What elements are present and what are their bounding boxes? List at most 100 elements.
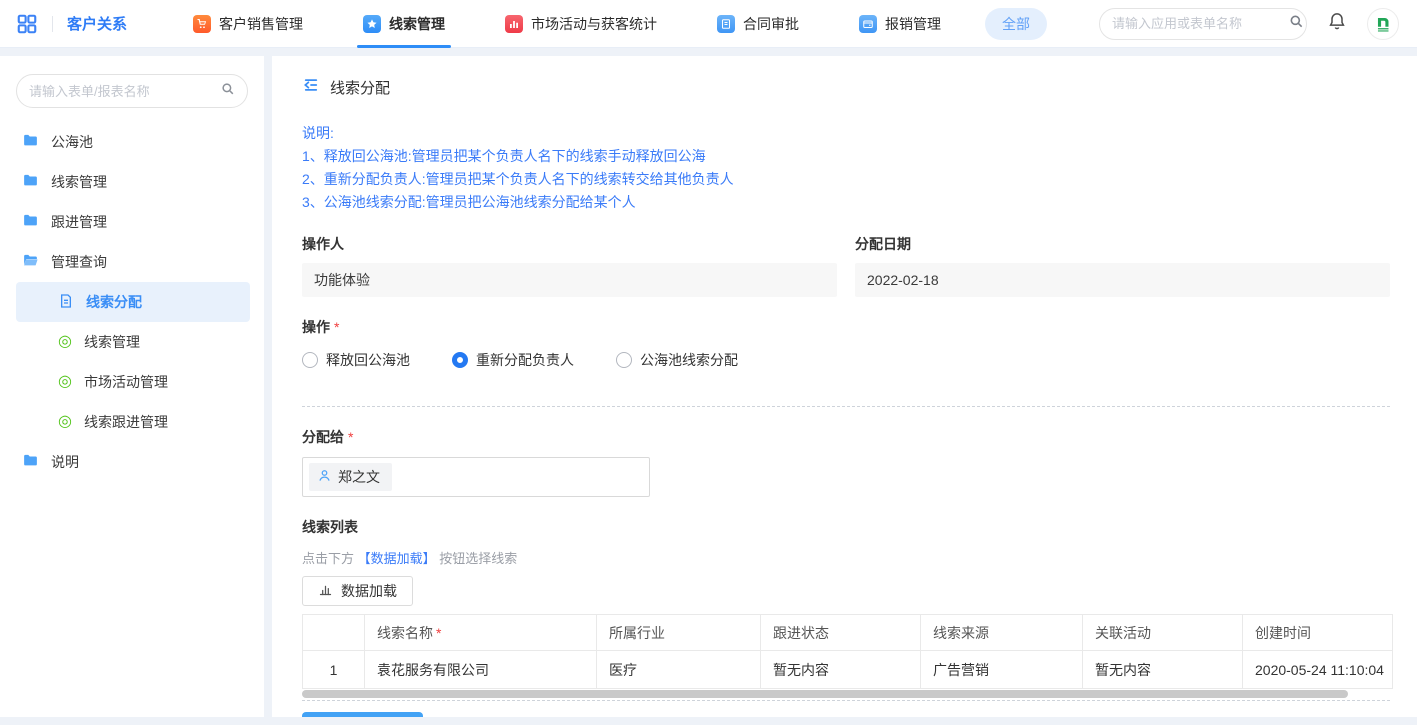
document-icon [58,293,74,312]
header-right-group [1099,8,1399,40]
header-divider [52,16,53,32]
cell-follow-status: 暂无内容 [761,651,921,689]
assignee-name: 郑之文 [338,467,380,487]
sidebar-folder-public-pool[interactable]: 公海池 [0,122,264,162]
search-icon[interactable] [220,81,235,101]
avatar[interactable] [1367,8,1399,40]
sidebar-item-label: 市场活动管理 [84,372,168,392]
tab-marketing-stats[interactable]: 市场活动与获客统计 [475,0,687,48]
main-panel: 线索分配 说明: 1、释放回公海池:管理员把某个负责人名下的线索手动释放回公海 … [272,56,1417,717]
folder-open-icon [22,252,39,272]
page-title: 线索分配 [330,77,390,98]
instruction-line: 3、公海池线索分配:管理员把公海池线索分配给某个人 [302,191,1390,214]
sidebar-item-marketing-management[interactable]: ◎ 市场活动管理 [0,362,264,402]
required-mark: * [334,319,339,335]
sidebar-folder-admin-query[interactable]: 管理查询 [0,242,264,282]
cell-row-number: 1 [303,651,365,689]
sidebar-item-lead-assignment[interactable]: 线索分配 [16,282,250,322]
sidebar-folder-label: 线索管理 [51,172,107,192]
search-icon[interactable] [1288,13,1304,34]
target-icon: ◎ [58,334,72,350]
cell-lead-name: 袁花服务有限公司 [365,651,597,689]
col-follow-status: 跟进状态 [761,615,921,651]
sidebar-folder-label: 跟进管理 [51,212,107,232]
operator-field[interactable]: 功能体验 [302,263,837,297]
table-row[interactable]: 1 袁花服务有限公司 医疗 暂无内容 广告营销 暂无内容 2020-05-24 … [303,651,1393,689]
table-header-row: 线索名称* 所属行业 跟进状态 线索来源 关联活动 创建时间 [303,615,1393,651]
col-related-activity: 关联活动 [1083,615,1243,651]
scrollbar-thumb[interactable] [302,690,1348,698]
sidebar: 公海池 线索管理 跟进管理 管理查询 [0,56,264,717]
sidebar-folder-follow-management[interactable]: 跟进管理 [0,202,264,242]
tab-label: 合同审批 [743,14,799,34]
sidebar-item-label: 线索管理 [84,332,140,352]
radio-circle-icon[interactable] [616,352,632,368]
instruction-line: 1、释放回公海池:管理员把某个负责人名下的线索手动释放回公海 [302,145,1390,168]
submit-button[interactable]: 提交 [302,712,423,717]
sidebar-search-box[interactable] [16,74,248,108]
tab-lead-management[interactable]: 线索管理 [333,0,475,48]
sidebar-folder-label: 说明 [51,452,79,472]
table-horizontal-scrollbar[interactable] [302,690,1392,698]
tab-customer-sales[interactable]: 客户销售管理 [163,0,333,48]
active-tab-underline [357,45,451,48]
radio-reassign-owner[interactable]: 重新分配负责人 [452,350,574,370]
filter-all-pill[interactable]: 全部 [985,8,1047,40]
assignee-tag[interactable]: 郑之文 [309,463,392,491]
sidebar-item-lead-follow-management[interactable]: ◎ 线索跟进管理 [0,402,264,442]
cart-icon [193,15,211,33]
lead-list-section: 线索列表 点击下方 【数据加载】 按钮选择线索 数据加载 [302,517,1390,698]
page-title-row: 线索分配 [302,68,1390,98]
folder-icon [22,172,39,192]
assign-to-label: 分配给* [302,427,1390,447]
collapse-back-icon[interactable] [302,76,320,98]
app-tabs: 客户销售管理 线索管理 市场活动与获客统计 [163,0,971,48]
content-area: 公海池 线索管理 跟进管理 管理查询 [0,48,1417,717]
lead-list-hint: 点击下方 【数据加载】 按钮选择线索 [302,548,1390,567]
app-title[interactable]: 客户关系 [67,13,127,34]
bottom-divider [302,700,1390,701]
instruction-line: 2、重新分配负责人:管理员把某个负责人名下的线索转交给其他负责人 [302,168,1390,191]
sidebar-item-label: 线索跟进管理 [84,412,168,432]
sidebar-folder-label: 管理查询 [51,252,107,272]
tab-expense-management[interactable]: 报销管理 [829,0,971,48]
col-row-number [303,615,365,651]
app-search-box[interactable] [1099,8,1307,40]
data-load-button[interactable]: 数据加载 [302,576,413,606]
col-lead-source: 线索来源 [921,615,1083,651]
assign-to-input[interactable]: 郑之文 [302,457,650,497]
folder-icon [22,452,39,472]
radio-circle-icon-selected[interactable] [452,352,468,368]
sidebar-folder-label: 公海池 [51,132,93,152]
hint-prefix: 点击下方 [302,551,354,566]
sidebar-search-input[interactable] [29,84,220,99]
cell-lead-source: 广告营销 [921,651,1083,689]
section-divider [302,406,1390,407]
tab-label: 市场活动与获客统计 [531,14,657,34]
sidebar-folder-notes[interactable]: 说明 [0,442,264,482]
sidebar-item-lead-management[interactable]: ◎ 线索管理 [0,322,264,362]
target-icon: ◎ [58,374,72,390]
folder-icon [22,212,39,232]
chart-icon [505,15,523,33]
instructions-block: 说明: 1、释放回公海池:管理员把某个负责人名下的线索手动释放回公海 2、重新分… [302,122,1390,214]
radio-label: 释放回公海池 [326,350,410,370]
data-load-button-label: 数据加载 [341,581,397,601]
app-search-input[interactable] [1112,16,1288,31]
sidebar-item-label: 线索分配 [86,292,142,312]
notification-bell-icon[interactable] [1327,11,1347,36]
assign-date-field[interactable]: 2022-02-18 [855,263,1390,297]
radio-release-to-pool[interactable]: 释放回公海池 [302,350,410,370]
col-industry: 所属行业 [597,615,761,651]
assign-date-field-group: 分配日期 2022-02-18 [855,234,1390,297]
app-switcher-icon[interactable] [16,13,38,35]
radio-circle-icon[interactable] [302,352,318,368]
star-icon [363,15,381,33]
col-created-time: 创建时间 [1243,615,1393,651]
sidebar-folder-lead-management[interactable]: 线索管理 [0,162,264,202]
radio-pool-lead-assign[interactable]: 公海池线索分配 [616,350,738,370]
folder-icon [22,132,39,152]
tab-label: 线索管理 [389,14,445,34]
tab-contract-approval[interactable]: 合同审批 [687,0,829,48]
radio-label: 公海池线索分配 [640,350,738,370]
